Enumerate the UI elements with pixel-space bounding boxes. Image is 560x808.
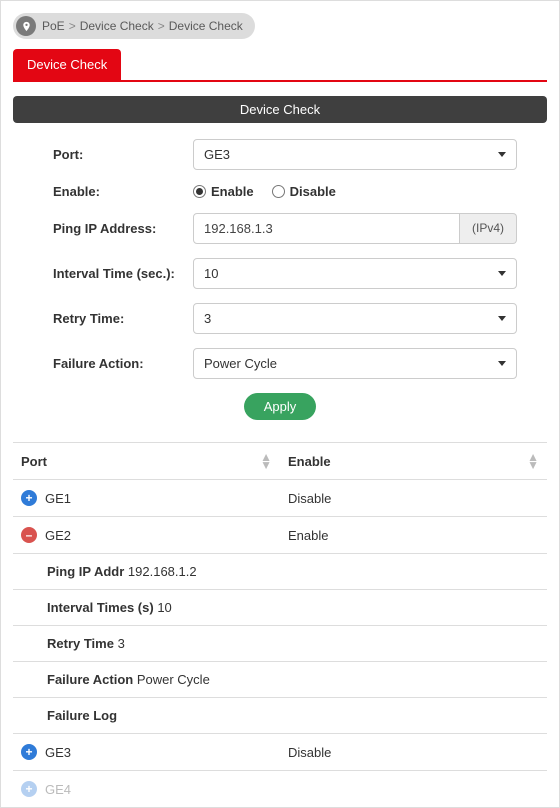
detail-retry-value: 3 [118,636,125,651]
column-header-enable[interactable]: Enable ▲▼ [280,443,547,480]
tab-device-check[interactable]: Device Check [13,49,121,80]
port-select[interactable]: GE3 [193,139,517,170]
apply-button[interactable]: Apply [244,393,317,420]
detail-failure-label: Failure Action [47,672,133,687]
chevron-right-icon: > [158,19,165,33]
port-name: GE2 [45,528,71,543]
expand-icon[interactable]: + [21,490,37,506]
breadcrumb-item[interactable]: PoE [42,19,65,33]
panel-title: Device Check [13,96,547,123]
location-pin-icon [16,16,36,36]
enable-radio-on-label: Enable [211,184,254,199]
table-row: – GE2 Enable [13,517,547,554]
enable-radio-off-label: Disable [290,184,336,199]
port-enable: Disable [280,480,547,517]
enable-radio-on[interactable] [193,185,206,198]
failure-action-value: Power Cycle [204,356,277,371]
caret-down-icon [498,316,506,321]
expand-icon[interactable]: + [21,781,37,797]
table-row: + GE1 Disable [13,480,547,517]
interval-value: 10 [204,266,218,281]
sort-icon: ▲▼ [527,453,539,469]
port-name: GE3 [45,745,71,760]
detail-failure-value: Power Cycle [137,672,210,687]
detail-interval-label: Interval Times (s) [47,600,154,615]
ping-ip-label: Ping IP Address: [53,221,193,236]
port-value: GE3 [204,147,230,162]
breadcrumb: PoE > Device Check > Device Check [13,13,255,39]
device-check-form: Port: GE3 Enable: Enable Disabl [13,123,547,442]
caret-down-icon [498,152,506,157]
detail-interval-value: 10 [157,600,171,615]
table-row: + GE3 Disable [13,734,547,771]
failure-action-label: Failure Action: [53,356,193,371]
breadcrumb-item[interactable]: Device Check [80,19,154,33]
column-header-port[interactable]: Port ▲▼ [13,443,280,480]
detail-ip-label: Ping IP Addr [47,564,124,579]
caret-down-icon [498,361,506,366]
ip-addon: (IPv4) [460,213,517,244]
table-detail-row: Failure Action Power Cycle [13,662,547,698]
detail-log-label: Failure Log [47,708,117,723]
port-enable: Disable [280,734,547,771]
caret-down-icon [498,271,506,276]
tab-bar: Device Check [13,49,547,82]
table-detail-row: Ping IP Addr 192.168.1.2 [13,554,547,590]
failure-action-select[interactable]: Power Cycle [193,348,517,379]
port-enable [280,771,547,808]
retry-select[interactable]: 3 [193,303,517,334]
interval-label: Interval Time (sec.): [53,266,193,281]
sort-icon: ▲▼ [260,453,272,469]
port-table: Port ▲▼ Enable ▲▼ + GE1 Disable [13,442,547,807]
retry-value: 3 [204,311,211,326]
table-detail-row: Interval Times (s) 10 [13,590,547,626]
expand-icon[interactable]: + [21,744,37,760]
port-name: GE4 [45,782,71,797]
enable-radio-off[interactable] [272,185,285,198]
collapse-icon[interactable]: – [21,527,37,543]
table-detail-row: Failure Log [13,698,547,734]
breadcrumb-item: Device Check [169,19,243,33]
enable-label: Enable: [53,184,193,199]
port-label: Port: [53,147,193,162]
chevron-right-icon: > [69,19,76,33]
port-enable: Enable [280,517,547,554]
retry-label: Retry Time: [53,311,193,326]
table-row: + GE4 [13,771,547,808]
table-detail-row: Retry Time 3 [13,626,547,662]
port-name: GE1 [45,491,71,506]
detail-retry-label: Retry Time [47,636,114,651]
ping-ip-input[interactable] [193,213,460,244]
detail-ip-value: 192.168.1.2 [128,564,197,579]
interval-select[interactable]: 10 [193,258,517,289]
